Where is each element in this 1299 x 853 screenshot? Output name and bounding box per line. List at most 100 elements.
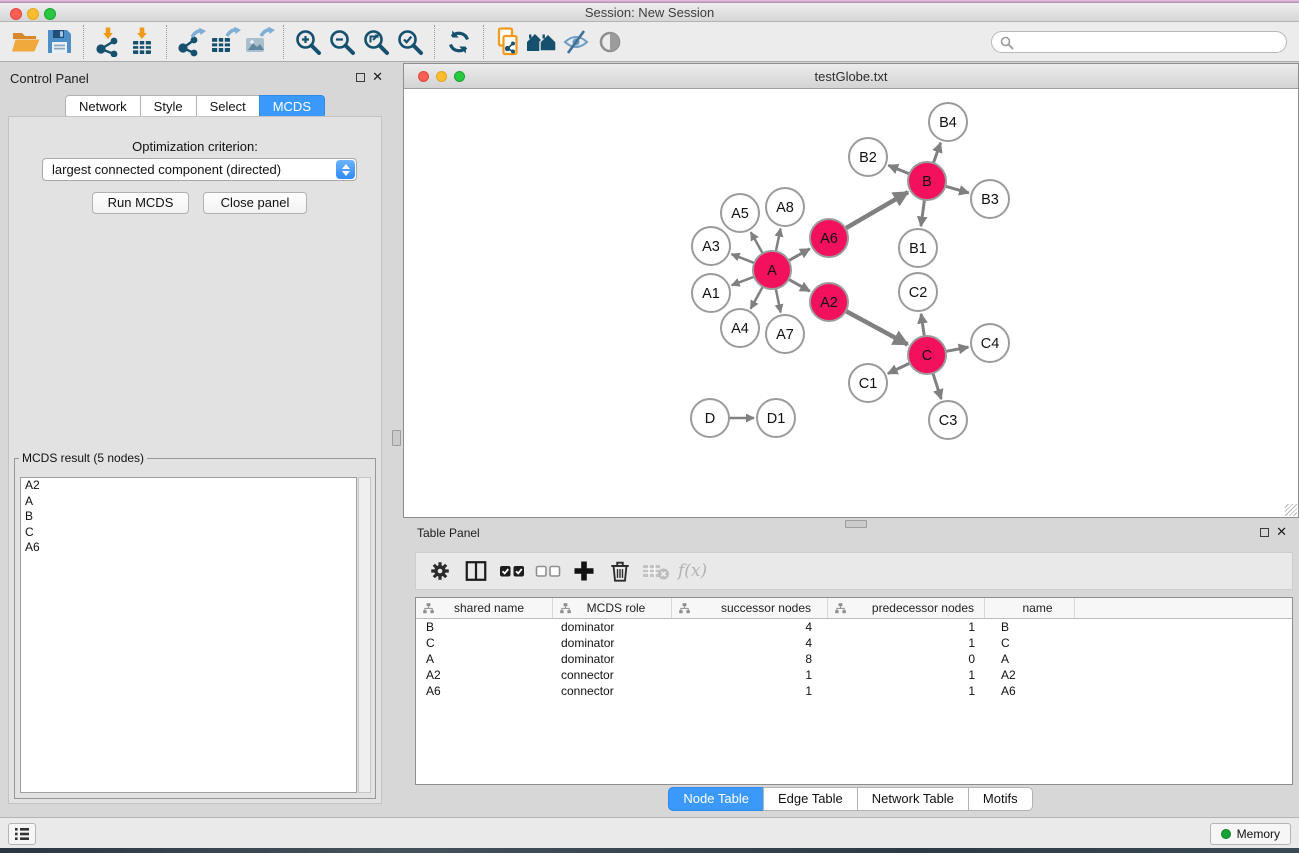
float-panel-icon[interactable] <box>356 73 365 82</box>
column-header-predecessor-nodes[interactable]: predecessor nodes <box>828 598 985 618</box>
node-B4[interactable]: B4 <box>929 103 967 141</box>
column-header-shared-name[interactable]: shared name <box>416 598 553 618</box>
tab-node-table[interactable]: Node Table <box>668 787 764 811</box>
node-A4[interactable]: A4 <box>721 309 759 347</box>
edge-C-C4[interactable] <box>946 347 969 351</box>
node-A6[interactable]: A6 <box>810 219 848 257</box>
table-cell[interactable]: 4 <box>672 620 828 634</box>
table-cell[interactable]: A6 <box>985 684 1075 698</box>
node-B[interactable]: B <box>908 162 946 200</box>
home-button[interactable] <box>525 26 559 58</box>
divider-grip-icon[interactable] <box>845 520 867 528</box>
table-cell[interactable]: 1 <box>828 620 985 634</box>
tab-select[interactable]: Select <box>196 95 260 118</box>
divider-grip-icon[interactable] <box>392 430 401 446</box>
column-header-mcds-role[interactable]: MCDS role <box>553 598 672 618</box>
node-D[interactable]: D <box>691 399 729 437</box>
mcds-result-item[interactable]: C <box>21 525 356 541</box>
close-panel-icon[interactable]: ✕ <box>1276 524 1287 540</box>
node-A[interactable]: A <box>753 251 791 289</box>
node-A1[interactable]: A1 <box>692 274 730 312</box>
float-panel-icon[interactable] <box>1260 528 1269 537</box>
table-cell[interactable]: dominator <box>553 620 672 634</box>
node-A7[interactable]: A7 <box>766 315 804 353</box>
import-network-button[interactable] <box>91 26 125 58</box>
node-A3[interactable]: A3 <box>692 227 730 265</box>
zoom-out-button[interactable] <box>325 26 359 58</box>
delete-table-button[interactable] <box>640 556 672 586</box>
table-row[interactable]: Bdominator41B <box>416 619 1292 635</box>
edge-A-A5[interactable] <box>751 232 763 253</box>
edge-B-B2[interactable] <box>888 165 909 174</box>
export-image-button[interactable] <box>242 26 276 58</box>
node-A8[interactable]: A8 <box>766 188 804 226</box>
add-column-button[interactable] <box>568 556 600 586</box>
edge-A-A3[interactable] <box>731 254 754 263</box>
minimize-window-button[interactable] <box>27 8 39 20</box>
close-panel-button[interactable]: Close panel <box>203 192 307 214</box>
edge-A-A4[interactable] <box>751 287 763 309</box>
memory-button[interactable]: Memory <box>1210 823 1291 845</box>
table-cell[interactable]: 4 <box>672 636 828 650</box>
mcds-result-item[interactable]: B <box>21 509 356 525</box>
mcds-result-item[interactable]: A6 <box>21 540 356 556</box>
edge-A2-C[interactable] <box>846 311 908 344</box>
save-session-button[interactable] <box>42 26 76 58</box>
node-B3[interactable]: B3 <box>971 180 1009 218</box>
table-row[interactable]: Cdominator41C <box>416 635 1292 651</box>
table-cell[interactable]: C <box>985 636 1075 650</box>
network-window-titlebar[interactable]: testGlobe.txt <box>404 64 1298 89</box>
tab-edge-table[interactable]: Edge Table <box>763 787 858 811</box>
function-builder-button[interactable]: f(x) <box>678 561 707 581</box>
node-A5[interactable]: A5 <box>721 194 759 232</box>
panel-divider-vertical[interactable] <box>391 62 403 817</box>
run-mcds-button[interactable]: Run MCDS <box>92 192 189 214</box>
network-close-button[interactable] <box>418 71 429 82</box>
toggle-split-view-button[interactable] <box>460 556 492 586</box>
edge-B-B1[interactable] <box>921 200 925 226</box>
table-row[interactable]: A2connector11A2 <box>416 667 1292 683</box>
zoom-window-button[interactable] <box>44 8 56 20</box>
node-C1[interactable]: C1 <box>849 364 887 402</box>
node-B2[interactable]: B2 <box>849 138 887 176</box>
close-panel-icon[interactable]: ✕ <box>372 69 383 85</box>
node-B1[interactable]: B1 <box>899 229 937 267</box>
edge-A-A8[interactable] <box>776 229 781 252</box>
column-header-successor-nodes[interactable]: successor nodes <box>672 598 828 618</box>
table-cell[interactable]: 1 <box>672 668 828 682</box>
import-table-button[interactable] <box>125 26 159 58</box>
edge-C-C2[interactable] <box>921 314 924 336</box>
delete-entry-button[interactable] <box>604 556 636 586</box>
node-C3[interactable]: C3 <box>929 401 967 439</box>
edge-B-B3[interactable] <box>945 186 969 193</box>
table-row[interactable]: Adominator80A <box>416 651 1292 667</box>
tab-network[interactable]: Network <box>65 95 141 118</box>
show-panels-button[interactable] <box>8 823 36 845</box>
node-D1[interactable]: D1 <box>757 399 795 437</box>
network-minimize-button[interactable] <box>436 71 447 82</box>
table-cell[interactable]: A2 <box>416 668 553 682</box>
table-cell[interactable]: 1 <box>672 684 828 698</box>
edge-A-A2[interactable] <box>789 279 810 291</box>
resize-corner-icon[interactable] <box>1285 504 1297 516</box>
table-cell[interactable]: B <box>985 620 1075 634</box>
table-cell[interactable]: connector <box>553 684 672 698</box>
search-input[interactable] <box>991 31 1287 53</box>
column-header-name[interactable]: name <box>985 598 1075 618</box>
edge-B-B4[interactable] <box>933 143 940 163</box>
table-row[interactable]: A6connector11A6 <box>416 683 1292 699</box>
mcds-result-list[interactable]: A2ABCA6 <box>20 477 357 793</box>
clone-network-button[interactable] <box>491 26 525 58</box>
table-cell[interactable]: dominator <box>553 636 672 650</box>
mcds-result-item[interactable]: A <box>21 494 356 510</box>
select-all-button[interactable] <box>496 556 528 586</box>
table-cell[interactable]: 1 <box>828 684 985 698</box>
edge-C-C1[interactable] <box>888 363 910 373</box>
export-table-button[interactable] <box>208 26 242 58</box>
show-hide-panels-button[interactable] <box>593 26 627 58</box>
network-zoom-button[interactable] <box>454 71 465 82</box>
edge-A-A7[interactable] <box>776 289 781 313</box>
node-C[interactable]: C <box>908 336 946 374</box>
edge-A6-B[interactable] <box>845 192 908 228</box>
toggle-graphics-details-button[interactable] <box>559 26 593 58</box>
